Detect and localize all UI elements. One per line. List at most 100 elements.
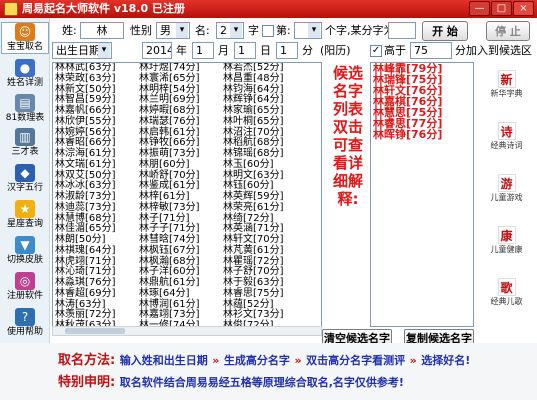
fixed-char-input[interactable] — [388, 22, 416, 39]
arrow-icon: » — [294, 354, 302, 367]
method-step-3: 双击高分名字看测评 — [306, 354, 406, 367]
app-logo-icon — [4, 2, 18, 16]
two-children-icon: ☺ — [15, 23, 35, 41]
list-item[interactable]: 林欣伊[55分] — [55, 116, 137, 128]
fixed-char-checkbox[interactable] — [262, 25, 274, 37]
help-icon: ? — [15, 308, 35, 326]
minimize-button[interactable]: — — [469, 1, 490, 16]
tool-label: 新华字典 — [490, 89, 523, 98]
sidebar-item-constellation[interactable]: ★ 星座查询 — [1, 200, 49, 230]
fixed-position-select[interactable] — [294, 22, 322, 39]
name-input-row: 姓: 林 性别 男 名: 2 字 第: 个字,某分字为: 开 始 停 止 — [52, 21, 532, 41]
sidebar-item-register[interactable]: ◎ 注册软件 — [1, 272, 49, 302]
min-score-input[interactable]: 75 — [410, 42, 452, 59]
list-item[interactable]: 林芃黄[61分] — [223, 245, 305, 257]
sidebar-item-label: 使用帮助 — [6, 327, 43, 337]
surname-input[interactable]: 林 — [80, 22, 124, 39]
register-cd-icon: ◎ — [15, 272, 35, 290]
list-item[interactable]: 林昌重[48分] — [223, 73, 305, 85]
sidebar-item-label: 星座查询 — [6, 219, 43, 229]
day-unit: 日 — [260, 44, 271, 57]
kids-game-icon: 游 — [497, 174, 516, 192]
sidebar-item-label: 姓名详测 — [6, 78, 43, 88]
list-item[interactable]: 林瑞瑟[76分] — [139, 116, 221, 128]
list-item[interactable]: 林梓敏[73分] — [139, 202, 221, 214]
dictionary-icon: 新 — [497, 70, 516, 88]
hour-input[interactable]: 1 — [276, 42, 298, 59]
names-column-3: 林若杰[52分] 林昌重[48分] 林钧海[64分] 林辉铮[64分] 林家瑜[65分]… — [223, 63, 305, 326]
tool-kids-song[interactable]: 歌 经典儿歌 — [478, 278, 535, 307]
method-step-4: 选择好名! — [421, 354, 471, 367]
scrollbar-thumb[interactable] — [65, 328, 125, 334]
list-item[interactable]: 林叶桐[65分] — [223, 116, 305, 128]
sidebar-item-sancai-table[interactable]: ▥ 三才表 — [1, 128, 49, 158]
tool-kids-game[interactable]: 游 儿童游戏 — [478, 174, 535, 203]
star-icon: ★ — [15, 200, 35, 218]
title-bar: 周易起名大师软件 v18.0 已注册 — □ × — [0, 0, 537, 18]
method-line: 取名方法: 输入姓和出生日期 » 生成高分名字 » 双击高分名字看测评 » 选择… — [58, 353, 470, 369]
day-input[interactable]: 1 — [234, 42, 256, 59]
names-column-2: 林圩煜[74分] 林寰浠[65分] 林明梓[54分] 林兰明[69分] 林婷暇[68分]… — [139, 63, 221, 326]
stop-button[interactable]: 停 止 — [486, 21, 530, 41]
gender-label: 性别 — [130, 24, 152, 37]
tool-poetry[interactable]: 诗 经典诗词 — [478, 122, 535, 151]
candidate-names-list[interactable]: 林峰霏[79分] 林瑞锋[75分] 林轩文[76分] 林嘉棋[76分] 林慧思[75分]… — [370, 62, 474, 327]
tool-label: 儿童游戏 — [490, 193, 523, 202]
tool-kids-health[interactable]: 康 儿童健康 — [478, 226, 535, 255]
list-item[interactable]: 林祺瑰[64分] — [55, 245, 137, 257]
left-sidebar: ☺ 宝宝取名 ● 姓名详测 ▤ 81数理表 ▥ 三才表 ◆ 汉字五行 ★ 星座查… — [0, 18, 50, 343]
gender-select[interactable]: 男 — [156, 22, 190, 39]
method-step-1: 输入姓和出生日期 — [119, 354, 208, 367]
list-item[interactable]: 林朋[60分] — [139, 159, 221, 171]
sidebar-item-name-test[interactable]: ● 姓名详测 — [1, 59, 49, 89]
list-item[interactable]: 林文瑞[61分] — [55, 159, 137, 171]
start-button[interactable]: 开 始 — [422, 21, 468, 41]
numbers-table-icon: ▤ — [15, 94, 35, 112]
surname-label: 姓: — [62, 24, 77, 37]
notice-line: 特别申明: 取名软件结合周易易经五格等原理综合取名,名字仅供参考! — [58, 375, 404, 391]
close-button[interactable]: × — [513, 1, 534, 16]
names-column-1: 林林武[63分] 林荣政[63分] 林新文[50分] 林智昌[59分] 林嘉帆[66分]… — [55, 63, 137, 326]
date-type-select[interactable]: 出生日期 — [52, 42, 112, 59]
sidebar-item-help[interactable]: ? 使用帮助 — [1, 308, 49, 338]
name-length-label: 名: — [195, 24, 210, 37]
tool-label: 经典诗词 — [490, 141, 523, 150]
year-input[interactable]: 2014 — [142, 42, 172, 59]
min-score-checkbox[interactable]: ✓ — [370, 45, 382, 57]
list-item[interactable]: 林荣政[63分] — [55, 73, 137, 85]
skin-tshirt-icon: ▼ — [15, 236, 35, 254]
tool-dictionary[interactable]: 新 新华字典 — [478, 70, 535, 99]
tool-label: 儿童健康 — [490, 245, 523, 254]
window-title: 周易起名大师软件 v18.0 已注册 — [22, 2, 185, 15]
list-item[interactable]: 林寰浠[65分] — [139, 73, 221, 85]
notice-label: 特别申明: — [58, 375, 116, 390]
maximize-button[interactable]: □ — [491, 1, 512, 16]
list-item[interactable]: 林琢[64分] — [139, 288, 221, 300]
sidebar-item-label: 三才表 — [11, 147, 39, 157]
three-talent-icon: ▥ — [15, 128, 35, 146]
arrow-icon: » — [409, 354, 417, 367]
person-badge-icon: ● — [15, 59, 35, 77]
sidebar-item-label: 81数理表 — [5, 113, 45, 123]
list-item[interactable]: 林荣亮[61分] — [223, 202, 305, 214]
list-item[interactable]: 林睿超[69分] — [55, 288, 137, 300]
sidebar-item-baby-naming[interactable]: ☺ 宝宝取名 — [1, 22, 49, 54]
list-item[interactable]: 林枫钰[67分] — [139, 245, 221, 257]
month-input[interactable]: 1 — [192, 42, 214, 59]
list-item[interactable]: 林玉[60分] — [223, 159, 305, 171]
list-item[interactable]: 林迪蕊[73分] — [55, 202, 137, 214]
name-length-select[interactable]: 2 — [216, 22, 244, 39]
sidebar-item-five-elements[interactable]: ◆ 汉字五行 — [1, 164, 49, 194]
birth-date-row: 出生日期 2014 年 1 月 1 日 1 分 (阳历) ✓ 高于 75 分加入… — [52, 41, 532, 61]
five-elements-book-icon: ◆ — [15, 164, 35, 182]
sidebar-item-81-table[interactable]: ▤ 81数理表 — [1, 94, 49, 124]
names-horizontal-scrollbar[interactable] — [52, 326, 322, 336]
min-score-suffix: 分加入到候选区 — [455, 44, 532, 57]
min-score-label: 高于 — [384, 44, 406, 57]
sidebar-item-skin[interactable]: ▼ 切换皮肤 — [1, 236, 49, 266]
sidebar-item-label: 切换皮肤 — [6, 255, 43, 265]
list-item[interactable]: 林睿思[75分] — [223, 288, 305, 300]
generated-names-list[interactable]: 林林武[63分] 林荣政[63分] 林新文[50分] 林智昌[59分] 林嘉帆[66分]… — [52, 62, 322, 327]
month-unit: 月 — [218, 44, 229, 57]
candidate-item[interactable]: 林晖铮[76分] — [371, 129, 473, 140]
